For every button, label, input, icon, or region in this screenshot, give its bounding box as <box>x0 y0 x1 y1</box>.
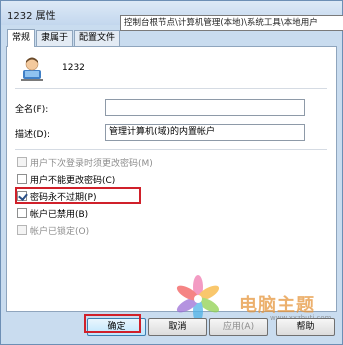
checkbox-label: 帐户已锁定(O) <box>30 226 90 237</box>
tab-strip: 常规 隶属于 配置文件 <box>7 29 121 47</box>
tab-general[interactable]: 常规 <box>7 29 36 47</box>
fullname-field[interactable] <box>105 99 305 116</box>
checkbox-account-locked[interactable]: 帐户已锁定(O) <box>17 223 89 237</box>
checkbox-label: 帐户已禁用(B) <box>30 209 89 220</box>
fullname-label: 全名(F): <box>15 105 49 115</box>
cancel-button[interactable]: 取消 <box>148 318 207 336</box>
checkbox-box[interactable] <box>17 157 27 167</box>
checkbox-must-change-password[interactable]: 用户下次登录时须更改密码(M) <box>17 155 153 169</box>
red-highlight-box <box>84 314 141 333</box>
checkbox-label: 用户下次登录时须更改密码(M) <box>30 158 153 169</box>
apply-button[interactable]: 应用(A) <box>209 318 268 336</box>
user-account-icon <box>21 57 43 81</box>
divider <box>15 149 327 150</box>
divider <box>15 88 327 89</box>
description-label: 描述(D): <box>15 130 50 140</box>
help-button[interactable]: 帮助 <box>276 318 335 336</box>
checkbox-account-disabled[interactable]: 帐户已禁用(B) <box>17 206 88 220</box>
username-text: 1232 <box>62 63 85 73</box>
properties-dialog: 1232 属性 控制台根节点\计算机管理(本地)\系统工具\本地用户 常规 隶属… <box>0 0 343 345</box>
checkbox-label: 用户不能更改密码(C) <box>30 175 116 186</box>
window-title: 1232 属性 <box>7 11 56 22</box>
checkbox-cannot-change-password[interactable]: 用户不能更改密码(C) <box>17 172 115 186</box>
general-panel: 1232 全名(F): 描述(D): 管理计算机(域)的内置帐户 用户下次登录时… <box>6 46 337 312</box>
tab-member-of[interactable]: 隶属于 <box>36 30 74 46</box>
checkbox-box[interactable] <box>17 208 27 218</box>
checkbox-box[interactable] <box>17 174 27 184</box>
checkbox-box[interactable] <box>17 225 27 235</box>
description-field[interactable]: 管理计算机(域)的内置帐户 <box>105 124 305 141</box>
red-highlight-box <box>15 187 141 204</box>
tab-profile[interactable]: 配置文件 <box>74 30 121 46</box>
path-tooltip: 控制台根节点\计算机管理(本地)\系统工具\本地用户 <box>120 15 343 31</box>
